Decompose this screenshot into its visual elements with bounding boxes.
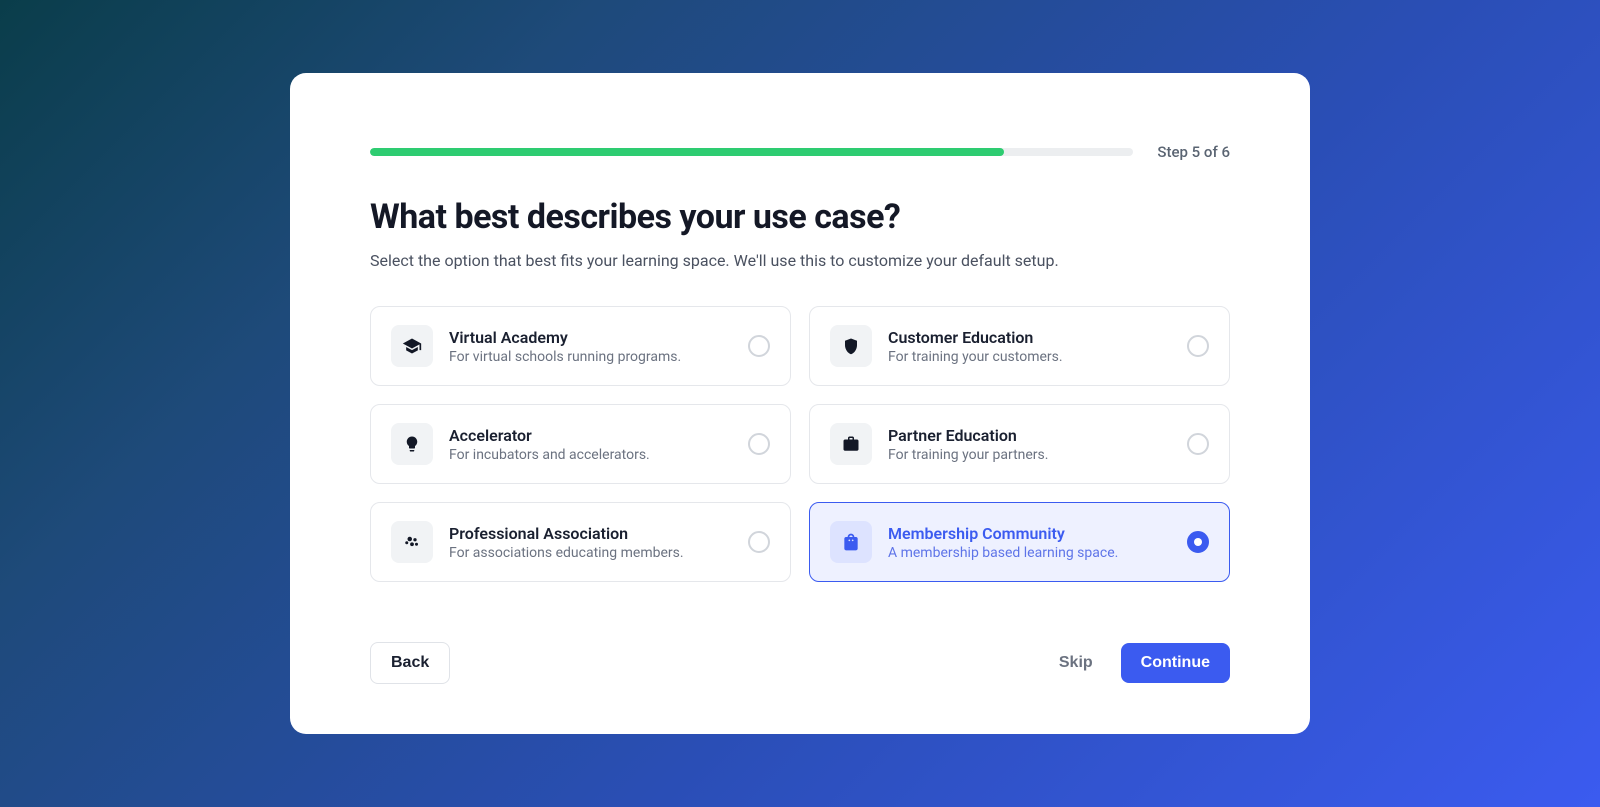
continue-button[interactable]: Continue <box>1121 643 1230 683</box>
option-desc: For virtual schools running programs. <box>449 349 732 365</box>
option-desc: A membership based learning space. <box>888 545 1171 561</box>
radio-indicator <box>748 531 770 553</box>
progress-fill <box>370 148 1004 156</box>
radio-indicator <box>1187 531 1209 553</box>
radio-indicator <box>1187 433 1209 455</box>
option-customer-education[interactable]: Customer Education For training your cus… <box>809 306 1230 386</box>
option-text: Professional Association For association… <box>449 524 732 561</box>
step-label: Step 5 of 6 <box>1157 143 1230 161</box>
option-accelerator[interactable]: Accelerator For incubators and accelerat… <box>370 404 791 484</box>
onboarding-modal: Step 5 of 6 What best describes your use… <box>290 73 1310 734</box>
option-title: Virtual Academy <box>449 328 732 347</box>
option-desc: For training your customers. <box>888 349 1171 365</box>
footer-right: Skip Continue <box>1059 643 1230 683</box>
option-text: Membership Community A membership based … <box>888 524 1171 561</box>
radio-indicator <box>748 433 770 455</box>
progress-track <box>370 148 1133 156</box>
option-professional-association[interactable]: Professional Association For association… <box>370 502 791 582</box>
lightbulb-icon <box>391 423 433 465</box>
option-text: Virtual Academy For virtual schools runn… <box>449 328 732 365</box>
option-title: Professional Association <box>449 524 732 543</box>
option-membership-community[interactable]: Membership Community A membership based … <box>809 502 1230 582</box>
option-title: Partner Education <box>888 426 1171 445</box>
progress-row: Step 5 of 6 <box>370 143 1230 161</box>
back-button[interactable]: Back <box>370 642 450 684</box>
option-text: Customer Education For training your cus… <box>888 328 1171 365</box>
option-title: Membership Community <box>888 524 1171 543</box>
option-text: Accelerator For incubators and accelerat… <box>449 426 732 463</box>
shield-icon <box>830 325 872 367</box>
option-virtual-academy[interactable]: Virtual Academy For virtual schools runn… <box>370 306 791 386</box>
radio-indicator <box>748 335 770 357</box>
page-subtitle: Select the option that best fits your le… <box>370 251 1230 270</box>
shopping-bag-icon <box>830 521 872 563</box>
option-desc: For training your partners. <box>888 447 1171 463</box>
options-grid: Virtual Academy For virtual schools runn… <box>370 306 1230 582</box>
option-text: Partner Education For training your part… <box>888 426 1171 463</box>
briefcase-icon <box>830 423 872 465</box>
graduation-cap-icon <box>391 325 433 367</box>
skip-button[interactable]: Skip <box>1059 654 1093 672</box>
people-icon <box>391 521 433 563</box>
option-title: Accelerator <box>449 426 732 445</box>
option-partner-education[interactable]: Partner Education For training your part… <box>809 404 1230 484</box>
option-desc: For associations educating members. <box>449 545 732 561</box>
footer: Back Skip Continue <box>370 642 1230 684</box>
option-desc: For incubators and accelerators. <box>449 447 732 463</box>
option-title: Customer Education <box>888 328 1171 347</box>
page-title: What best describes your use case? <box>370 197 1230 237</box>
radio-indicator <box>1187 335 1209 357</box>
